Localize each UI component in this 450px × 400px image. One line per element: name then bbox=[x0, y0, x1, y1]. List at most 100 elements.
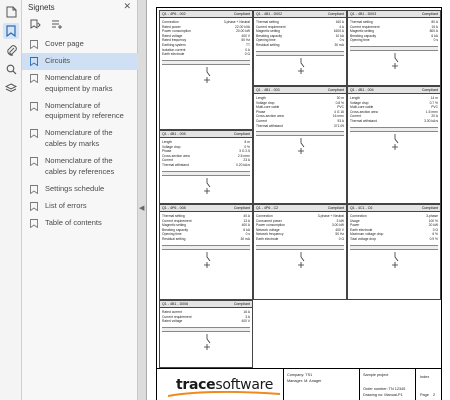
row-value: 400 V bbox=[241, 319, 250, 324]
circuit-status: Compliant bbox=[421, 88, 438, 92]
circuit-mark: Q1 - 4B1 - 005 bbox=[162, 132, 186, 136]
search-icon[interactable] bbox=[3, 61, 19, 77]
new-bookmark-icon[interactable] bbox=[48, 17, 64, 31]
bookmark-nomenclature-equipment-marks[interactable]: Nomenclature of equipment by marks bbox=[22, 70, 138, 98]
schematic-symbol-icon bbox=[392, 53, 399, 69]
schematic-symbol-icon bbox=[298, 251, 305, 268]
circuit-header: Q1 - 4B1 - 003 Compliant bbox=[254, 87, 346, 94]
circuit-mark: Q1 - 4C1 - C6 bbox=[350, 206, 373, 210]
row-label: Earth electrode bbox=[162, 52, 185, 57]
circuit-row: Residual setting 30 mA bbox=[162, 237, 250, 241]
circuit-status: Compliant bbox=[233, 12, 250, 16]
title-block: tracesoftware Company: TS1 Manager: M. A… bbox=[156, 368, 442, 400]
circuit-block: Q1 - 4C1 - C6 Compliant Connection 3-phase U… bbox=[347, 204, 441, 300]
environment-band bbox=[256, 131, 344, 137]
circuit-row: Earth electrode 0 Ω bbox=[162, 52, 250, 56]
row-value: 0 Ω bbox=[244, 52, 250, 57]
circuit-block: Q1 - 4P6 - 002 Compliant Connection 3-phase… bbox=[159, 10, 253, 130]
drawing-sheet: Q1 - 4P6 - 002 Compliant Connection 3-phase… bbox=[156, 7, 442, 400]
circuit-status: Compliant bbox=[233, 302, 250, 306]
bookmark-circuits[interactable]: Circuits bbox=[22, 52, 138, 70]
company-cell: Company: TS1 Manager: M. Anager bbox=[284, 369, 360, 400]
bookmark-nomenclature-cables-references[interactable]: Nomenclature of the cables by references bbox=[22, 153, 138, 181]
bookmark-list-of-errors[interactable]: List of errors bbox=[22, 198, 138, 215]
panel-title: Signets bbox=[28, 3, 55, 12]
page-label: Page bbox=[420, 393, 429, 397]
bookmark-cover-page[interactable]: Cover page bbox=[22, 36, 138, 53]
bookmark-icon bbox=[30, 129, 38, 139]
drawing-number-text: Drawing no: Manual-P1 bbox=[363, 393, 403, 397]
bookmark-label: Nomenclature of equipment by reference bbox=[45, 100, 124, 121]
circuit-row: Rated voltage 400 V bbox=[162, 319, 250, 323]
circuit-row: Opening time 0 s bbox=[350, 38, 438, 42]
logo-cell: tracesoftware bbox=[156, 369, 284, 400]
circuit-status: Compliant bbox=[327, 12, 344, 16]
schematic-symbol-icon bbox=[204, 333, 211, 350]
index-cell: Index Page 2 bbox=[416, 369, 442, 400]
circuit-mark: Q1 - 4P6 - 008 bbox=[162, 206, 186, 210]
bookmarks-icon[interactable] bbox=[3, 23, 19, 39]
circuit-status: Compliant bbox=[421, 206, 438, 210]
close-icon[interactable]: ✕ bbox=[123, 1, 131, 12]
row-value: 30 mA bbox=[240, 237, 250, 241]
bookmark-table-of-contents[interactable]: Table of contents bbox=[22, 215, 138, 232]
circuit-status: Compliant bbox=[233, 132, 250, 136]
circuit-header: Q1 - 4B1 - D002 Compliant bbox=[254, 11, 346, 18]
environment-band bbox=[350, 244, 438, 250]
circuit-mark: Q1 - 4P6 - 002 bbox=[162, 12, 186, 16]
project-text: Sample project bbox=[363, 373, 389, 377]
circuit-block: Q1 - 4P6 - C2 Compliant Connection 3-phase … bbox=[253, 204, 347, 300]
circuit-mark: Q1 - 4B1 - 003 bbox=[256, 88, 280, 92]
environment-band bbox=[162, 244, 250, 250]
bookmark-label: Table of contents bbox=[45, 217, 102, 227]
bookmark-icon bbox=[30, 201, 38, 211]
circuit-status: Compliant bbox=[327, 88, 344, 92]
schematic-symbol-icon bbox=[298, 138, 305, 155]
circuit-mark: Q1 - 4P6 - C2 bbox=[256, 206, 279, 210]
bookmark-settings-schedule[interactable]: Settings schedule bbox=[22, 181, 138, 198]
row-value: 30 mA bbox=[334, 43, 344, 47]
circuit-block: Q1 - 4B1 - 005 Compliant Length 8 m Voltage … bbox=[159, 130, 253, 204]
row-value: 371.09 bbox=[333, 123, 344, 128]
document-page[interactable]: Q1 - 4P6 - 002 Compliant Connection 3-phase… bbox=[146, 0, 450, 400]
circuit-header: Q1 - 4B1 - D006 Compliant bbox=[160, 301, 252, 308]
row-label: Thermal withstand bbox=[256, 123, 283, 128]
logo-swoosh-icon bbox=[168, 391, 280, 397]
bookmark-options-icon[interactable] bbox=[27, 17, 43, 31]
bookmark-icon bbox=[30, 157, 38, 166]
circuit-block: Q1 - 4B1 - D003 Compliant Thermal setting 8… bbox=[347, 10, 441, 86]
bookmark-label: Nomenclature of the cables by references bbox=[45, 156, 115, 176]
environment-band bbox=[162, 170, 250, 176]
environment-band bbox=[256, 50, 344, 56]
circuit-header: Q1 - 4P6 - 002 Compliant bbox=[160, 11, 252, 18]
row-label: Opening time bbox=[350, 38, 370, 43]
attachment-icon[interactable] bbox=[3, 42, 19, 58]
collapse-panel-icon[interactable]: ◀ bbox=[139, 204, 144, 212]
bookmark-list: Cover page Circuits Nomenclature of equi… bbox=[22, 36, 138, 231]
logo: tracesoftware bbox=[168, 377, 280, 397]
bookmark-nomenclature-equipment-reference[interactable]: Nomenclature of equipment by reference bbox=[22, 98, 138, 126]
page-number: 2 bbox=[433, 393, 436, 397]
bookmark-nomenclature-cables-marks[interactable]: Nomenclature of the cables by marks bbox=[22, 125, 138, 153]
circuit-row: Residual setting 30 mA bbox=[256, 43, 344, 47]
open-file-icon[interactable] bbox=[3, 4, 19, 20]
bookmark-label: Settings schedule bbox=[45, 183, 105, 193]
manager-text: Manager: M. Anager bbox=[287, 379, 322, 383]
circuit-header: Q1 - 4C1 - C6 Compliant bbox=[348, 205, 440, 212]
bookmark-label: Nomenclature of equipment by marks bbox=[45, 72, 113, 93]
bookmark-icon bbox=[30, 184, 38, 194]
company-text: Company: TS1 bbox=[287, 373, 313, 377]
row-value: 0 Ω bbox=[338, 237, 344, 241]
environment-band bbox=[256, 244, 344, 250]
circuit-mark: Q1 - 4B1 - D006 bbox=[162, 302, 189, 306]
row-label: Total voltage drop bbox=[350, 237, 377, 241]
layers-icon[interactable] bbox=[3, 80, 19, 96]
row-label: Residual setting bbox=[256, 43, 280, 47]
environment-band bbox=[162, 326, 250, 332]
bookmark-icon bbox=[30, 40, 38, 49]
circuit-header: Q1 - 4B1 - 004 Compliant bbox=[348, 87, 440, 94]
environment-band bbox=[350, 46, 438, 51]
row-label: Residual setting bbox=[162, 237, 186, 241]
circuit-mark: Q1 - 4B1 - D003 bbox=[350, 12, 377, 16]
circuit-status: Compliant bbox=[233, 206, 250, 210]
